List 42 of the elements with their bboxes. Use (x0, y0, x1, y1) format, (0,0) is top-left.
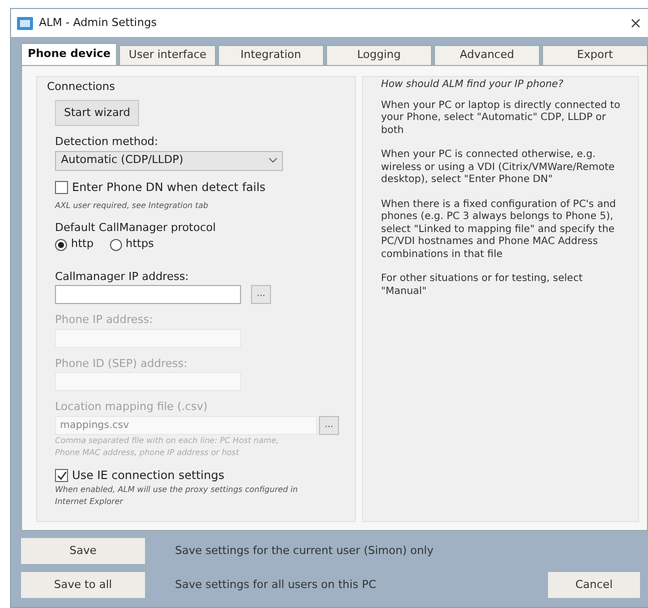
help-heading: How should ALM find your IP phone? (381, 79, 564, 92)
tab[interactable]: Advanced (434, 45, 540, 65)
checkbox[interactable] (55, 468, 68, 482)
tab[interactable]: User interface (119, 45, 216, 65)
radio-label: http (71, 236, 94, 252)
tab[interactable]: Phone device (21, 43, 118, 65)
field-label: Location mapping file (.csv) (55, 399, 208, 416)
checkbox-label: Use IE connection settings (72, 466, 224, 484)
radio-button[interactable] (55, 238, 67, 250)
hint-text: Comma separated file with on each line: PC Host name, Phone MAC address, phone IP address or host (55, 434, 280, 459)
checkbox[interactable] (55, 180, 68, 194)
description-text: Save settings for the current user (Simon) only (175, 542, 434, 559)
field-label: Phone IP address: (55, 312, 153, 328)
field-label: Callmanager IP address: (55, 268, 189, 285)
help-text: When there is a fixed configuration of PC's and phones (e.g. PC 3 always belongs to Phone 5), select "Linked to mapping file" and specify the PC/VDI hostnames and Phone MAC Address combinations in that file (381, 198, 617, 261)
field-label: Default CallManager protocol (55, 220, 216, 236)
tab[interactable]: Export (542, 45, 648, 65)
radio-label: https (126, 236, 154, 252)
browse-button[interactable]: ... (251, 285, 271, 304)
description-text: Save settings for all users on this PC (175, 576, 376, 593)
radio-button[interactable] (110, 238, 122, 250)
tab[interactable]: Integration (218, 45, 324, 65)
field-label: Detection method: (55, 134, 158, 150)
dropdown[interactable]: Automatic (CDP/LLDP) (55, 150, 283, 170)
help-text: For other situations or for testing, select "Manual" (381, 273, 584, 298)
save-button[interactable]: Save (21, 538, 145, 564)
tab[interactable]: Logging (326, 45, 432, 65)
group-title: Connections (47, 79, 115, 95)
hint-text: AXL user required, see Integration tab (55, 200, 208, 212)
checkbox-label: Enter Phone DN when detect fails (72, 178, 266, 196)
app-icon (17, 16, 33, 30)
cancel-button[interactable]: Cancel (548, 572, 640, 598)
caret-icon (269, 158, 277, 163)
input-field[interactable] (55, 285, 241, 304)
help-text: When your PC or laptop is directly connected to your Phone, select "Automatic" CDP, LLDP or both (381, 100, 622, 137)
field-label: Phone ID (SEP) address: (55, 356, 188, 372)
window-title: ALM - Admin Settings (39, 14, 158, 31)
close-button[interactable]: × (629, 16, 642, 30)
save-button[interactable]: Save to all (21, 572, 145, 598)
hint-text: When enabled, ALM will use the proxy settings configured in Internet Explorer (55, 484, 299, 508)
help-text: When your PC is connected otherwise, e.g. wireless or using a VDI (Citrix/VMWare/Remote desktop), select "Enter Phone DN" (381, 149, 616, 186)
start-wizard-button[interactable]: Start wizard (55, 100, 140, 126)
